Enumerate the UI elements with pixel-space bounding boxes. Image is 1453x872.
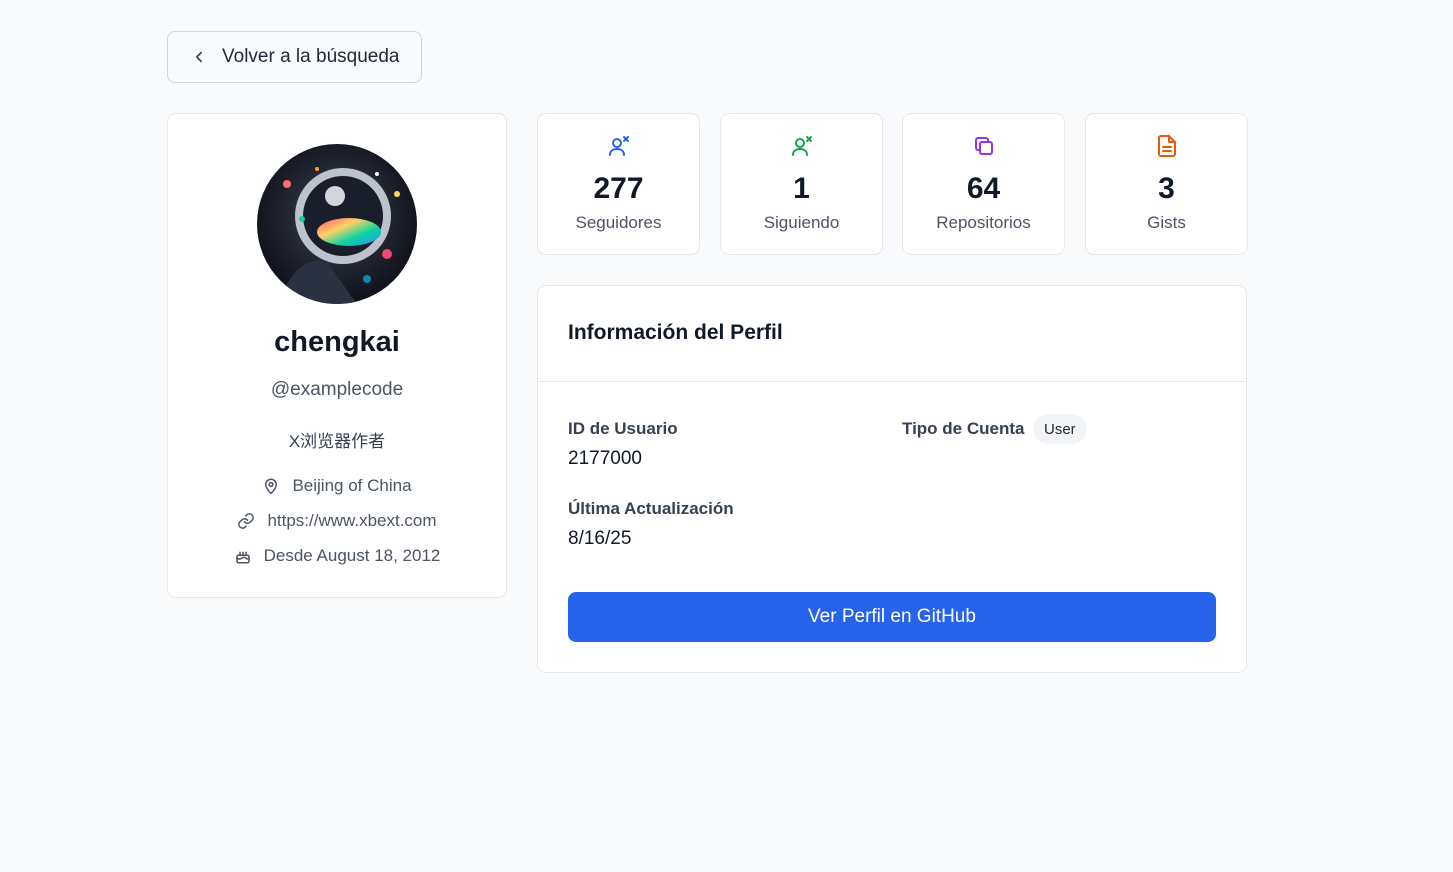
profile-login: @examplecode <box>270 379 404 400</box>
profile-bio: X浏览器作者 <box>288 432 386 451</box>
profile-card: chengkai @examplecode X浏览器作者 Beijing of … <box>167 113 507 598</box>
view-github-profile-button[interactable]: Ver Perfil en GitHub <box>568 592 1216 642</box>
avatar <box>257 144 417 304</box>
back-to-search-button[interactable]: Volver a la búsqueda <box>167 31 422 83</box>
account-type-badge: User <box>1033 414 1087 444</box>
stat-followers: 277 Seguidores <box>537 113 700 255</box>
updated-value: 8/16/25 <box>568 528 632 549</box>
cake-icon <box>235 551 250 564</box>
file-icon <box>1157 135 1176 157</box>
user-id-label: ID de Usuario <box>568 419 678 438</box>
map-pin-icon <box>265 478 278 495</box>
users-icon <box>608 136 629 156</box>
repo-icon <box>974 137 993 155</box>
link-icon <box>238 513 255 529</box>
followers-count: 277 <box>593 172 644 205</box>
chevron-left-icon <box>195 51 203 63</box>
stat-gists: 3 Gists <box>1085 113 1248 255</box>
repositories-count: 64 <box>966 172 1001 205</box>
following-count: 1 <box>793 172 810 205</box>
website-row[interactable]: https://www.xbext.com <box>168 511 506 531</box>
user-check-icon <box>791 136 812 156</box>
repositories-label: Repositorios <box>936 213 1031 232</box>
location-row: Beijing of China <box>168 476 506 496</box>
followers-label: Seguidores <box>575 213 662 232</box>
website-link[interactable]: https://www.xbext.com <box>267 511 436 531</box>
user-id-value: 2177000 <box>568 448 642 469</box>
gists-count: 3 <box>1158 172 1175 205</box>
back-button-label: Volver a la búsqueda <box>222 46 400 67</box>
stat-following: 1 Siguiendo <box>720 113 883 255</box>
account-type-label: Tipo de Cuenta <box>902 419 1025 438</box>
divider <box>538 381 1246 382</box>
joined-text: Desde August 18, 2012 <box>263 546 441 565</box>
profile-name: chengkai <box>274 326 400 358</box>
info-title: Información del Perfil <box>568 321 783 344</box>
updated-label: Última Actualización <box>568 499 734 518</box>
joined-row: Desde August 18, 2012 <box>168 546 506 566</box>
profile-info-card: Información del Perfil ID de Usuario 217… <box>537 285 1247 673</box>
stat-repositories: 64 Repositorios <box>902 113 1065 255</box>
following-label: Siguiendo <box>763 213 840 232</box>
gists-label: Gists <box>1147 213 1186 232</box>
location-text: Beijing of China <box>292 476 412 495</box>
